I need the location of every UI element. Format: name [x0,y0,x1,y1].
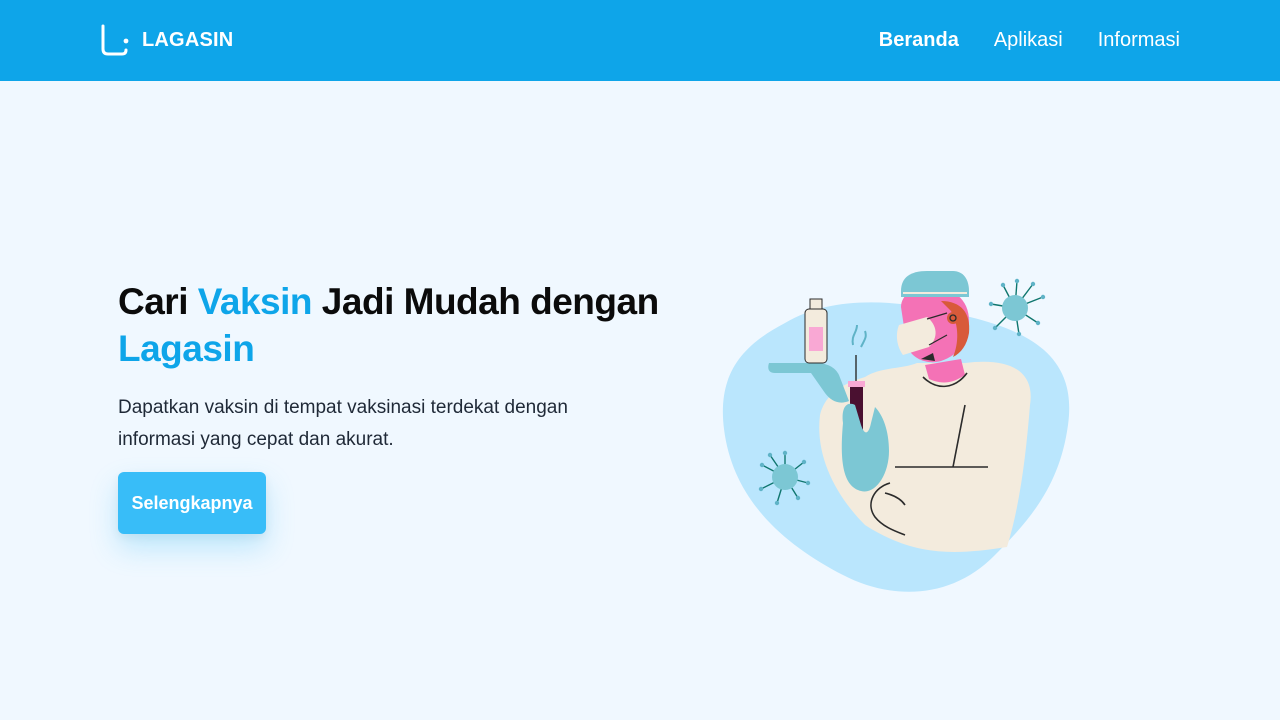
lagasin-logo-icon [101,24,129,56]
nav-link-beranda[interactable]: Beranda [879,29,959,52]
vaccine-nurse-illustration [722,271,1070,592]
hero-description: Dapatkan vaksin di tempat vaksinasi terd… [118,397,568,450]
top-navbar: LAGASIN Beranda Aplikasi Informasi [0,0,1280,81]
selengkapnya-button[interactable]: Selengkapnya [118,472,266,534]
vaccine-vial-icon [804,298,828,364]
brand-name: LAGASIN [142,28,234,51]
hero-title-part1: Cari [118,281,198,322]
nav-link-informasi[interactable]: Informasi [1098,29,1180,52]
hero-title: Cari Vaksin Jadi Mudah dengan Lagasin [118,278,678,372]
nav-link-aplikasi[interactable]: Aplikasi [994,29,1063,52]
hero-title-part2: Jadi Mudah dengan [312,281,659,322]
hero-title-accent-vaksin: Vaksin [197,281,313,322]
brand-logo-link[interactable]: LAGASIN [100,23,233,57]
hero-section: Cari Vaksin Jadi Mudah dengan Lagasin Da… [118,278,678,456]
main-nav: Beranda Aplikasi Informasi [879,0,1180,81]
hero-title-accent-lagasin: Lagasin [118,328,255,369]
